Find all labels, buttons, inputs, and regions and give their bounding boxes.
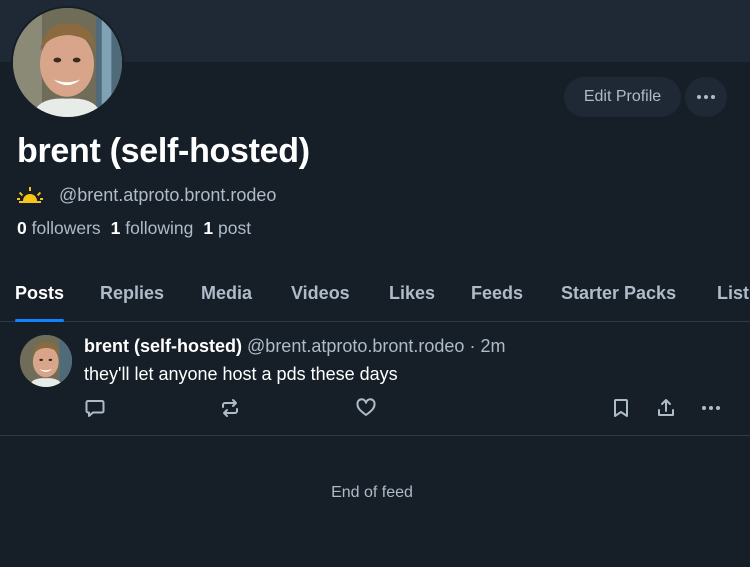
profile-handle-row: @brent.atproto.bront.rodeo: [17, 183, 276, 207]
tab-starter-packs[interactable]: Starter Packs: [561, 270, 676, 322]
followers-count: 0: [17, 218, 27, 238]
post-timestamp[interactable]: 2m: [480, 336, 505, 356]
tab-label: Feeds: [471, 283, 524, 303]
followers-label: followers: [31, 218, 101, 238]
share-button[interactable]: [654, 396, 678, 420]
edit-profile-button[interactable]: Edit Profile: [564, 77, 681, 117]
profile-display-name: brent (self-hosted): [17, 132, 310, 170]
heart-icon: [356, 398, 376, 416]
tab-lists[interactable]: List: [717, 270, 749, 322]
profile-stats: 0 followers 1 following 1 post: [17, 218, 261, 239]
posts-stat: 1 post: [203, 218, 251, 239]
profile-tabs: Posts Replies Media Videos Likes Feeds S…: [0, 270, 750, 322]
tab-videos[interactable]: Videos: [291, 270, 350, 322]
posts-label: post: [218, 218, 252, 238]
more-dots-icon: [697, 95, 715, 99]
tab-media[interactable]: Media: [201, 270, 252, 322]
post-author-avatar[interactable]: [20, 335, 72, 387]
avatar-photo: [20, 335, 72, 387]
following-count: 1: [110, 218, 121, 238]
repost-icon: [222, 399, 238, 417]
tab-label: List: [717, 283, 750, 303]
post-more-button[interactable]: [699, 396, 723, 420]
bookmark-icon: [614, 399, 628, 417]
share-icon: [658, 399, 674, 416]
repost-button[interactable]: [218, 396, 242, 420]
post-author-handle[interactable]: @brent.atproto.bront.rodeo: [247, 336, 464, 356]
avatar-photo: [13, 8, 122, 117]
tab-label: Likes: [389, 283, 436, 303]
tab-posts[interactable]: Posts: [15, 270, 65, 322]
like-button[interactable]: [354, 396, 378, 420]
tab-feeds[interactable]: Feeds: [471, 270, 523, 322]
post-header: brent (self-hosted) @brent.atproto.bront…: [84, 336, 505, 357]
post-text: they'll let anyone host a pds these days: [84, 364, 398, 384]
tab-label: Media: [201, 283, 253, 303]
profile-handle[interactable]: @brent.atproto.bront.rodeo: [59, 185, 276, 206]
end-of-feed-label: End of feed: [331, 484, 413, 501]
reply-button[interactable]: [83, 396, 107, 420]
feed-post[interactable]: brent (self-hosted) @brent.atproto.bront…: [0, 323, 750, 436]
posts-count: 1: [203, 218, 214, 238]
following-stat[interactable]: 1 following: [111, 218, 194, 239]
more-dots-icon: [702, 406, 720, 410]
tab-label: Videos: [291, 283, 350, 303]
tab-replies[interactable]: Replies: [100, 270, 164, 322]
tab-label: Replies: [100, 283, 165, 303]
tab-label: Posts: [15, 283, 65, 303]
profile-page: Edit Profile brent (self-hosted) @brent.…: [0, 0, 750, 567]
followers-stat[interactable]: 0 followers: [17, 218, 101, 239]
sunrise-icon: [17, 187, 43, 203]
profile-more-button[interactable]: [685, 77, 727, 117]
bookmark-button[interactable]: [609, 396, 633, 420]
following-label: following: [125, 218, 194, 238]
reply-bubble-icon: [85, 400, 105, 417]
profile-avatar[interactable]: [11, 6, 124, 119]
post-separator: ·: [469, 336, 476, 356]
tab-likes[interactable]: Likes: [389, 270, 435, 322]
tab-active-indicator: [15, 319, 65, 322]
post-author-name[interactable]: brent (self-hosted): [84, 336, 242, 356]
tab-label: Starter Packs: [561, 283, 677, 303]
